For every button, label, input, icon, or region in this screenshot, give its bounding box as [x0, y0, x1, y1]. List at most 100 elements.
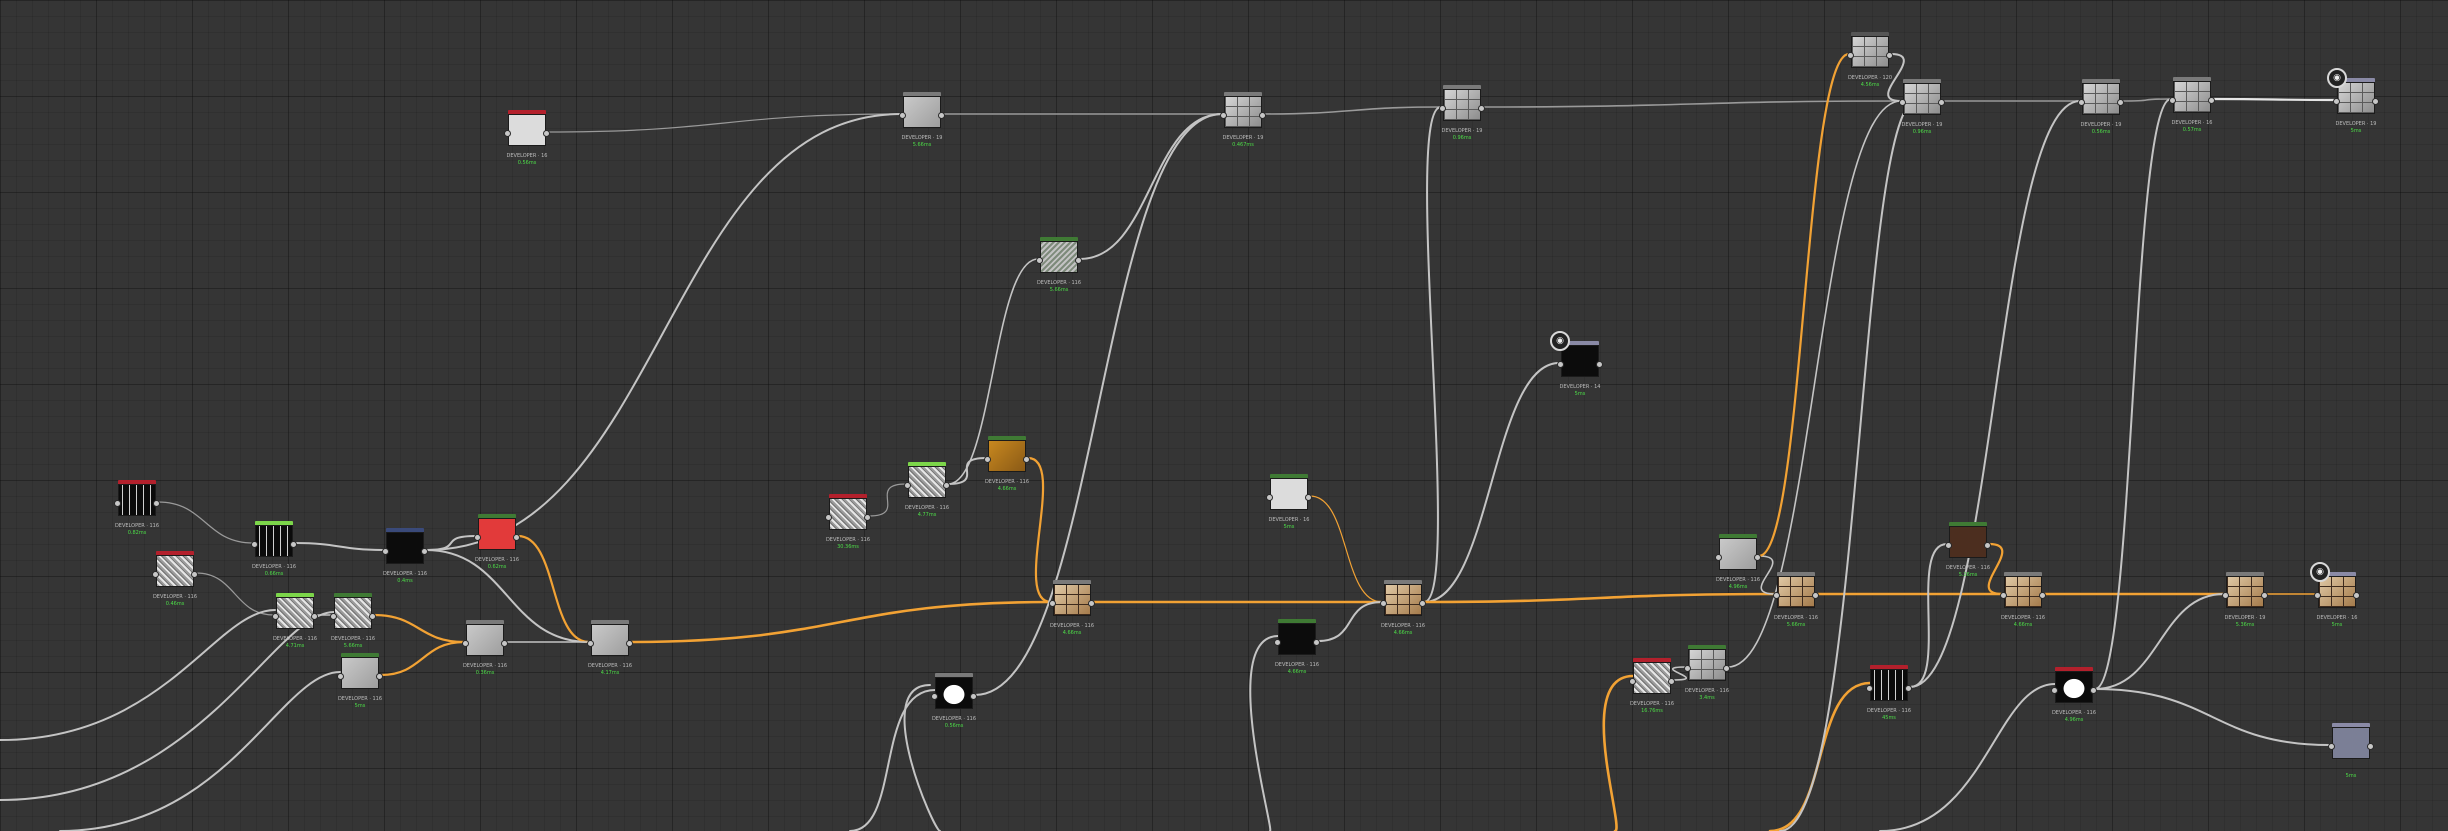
output-port[interactable] — [1723, 665, 1730, 672]
input-port[interactable] — [474, 534, 481, 541]
node-thumbnail[interactable] — [2337, 82, 2375, 114]
input-port[interactable] — [2169, 97, 2176, 104]
input-port[interactable] — [899, 112, 906, 119]
output-port[interactable] — [970, 693, 977, 700]
input-port[interactable] — [1380, 600, 1387, 607]
node-brick-3[interactable]: DEVELOPER · 116 5.66ms — [1773, 572, 1819, 628]
connection-wire[interactable] — [849, 689, 936, 831]
input-port[interactable] — [337, 673, 344, 680]
node-graph-canvas[interactable]: DEVELOPER · 16 0.56ms DEVELOPER · 19 5.66ms… — [0, 0, 2448, 831]
node-thumbnail[interactable] — [2055, 671, 2093, 703]
node-noise-olive[interactable]: DEVELOPER · 116 5.66ms — [330, 593, 376, 649]
node-noise-green[interactable]: DEVELOPER · 116 5.66ms — [1036, 237, 1082, 293]
node-light-green-1[interactable]: DEVELOPER · 16 5ms — [1266, 474, 1312, 530]
output-port[interactable] — [1313, 639, 1320, 646]
input-port[interactable] — [2314, 592, 2321, 599]
output-port[interactable] — [1668, 678, 1675, 685]
output-flag-icon[interactable]: ◉ — [2327, 68, 2347, 88]
node-thumbnail[interactable] — [1053, 584, 1091, 616]
node-thumbnail[interactable] — [386, 532, 424, 564]
input-port[interactable] — [931, 693, 938, 700]
node-stone-top-4[interactable]: DEVELOPER · 19 0.96ms — [1899, 79, 1945, 135]
node-dark-green[interactable]: DEVELOPER · 116 4.66ms — [1274, 619, 1320, 675]
connection-wire[interactable] — [1602, 674, 1635, 831]
input-port[interactable] — [462, 640, 469, 647]
node-thumbnail[interactable] — [276, 597, 314, 629]
output-port[interactable] — [311, 613, 318, 620]
input-port[interactable] — [382, 548, 389, 555]
node-stone-green[interactable]: DEVELOPER · 116 3.4ms — [1684, 645, 1730, 701]
node-source-red-1[interactable]: DEVELOPER · 16 0.56ms — [504, 110, 550, 166]
node-thumbnail[interactable] — [1270, 478, 1308, 510]
connection-wire[interactable] — [516, 534, 591, 644]
input-port[interactable] — [1439, 105, 1446, 112]
node-stone-top-6[interactable]: DEVELOPER · 16 0.57ms — [2169, 77, 2215, 133]
node-thumbnail[interactable] — [908, 466, 946, 498]
input-port[interactable] — [330, 613, 337, 620]
connection-wire[interactable] — [294, 542, 385, 551]
node-red-color[interactable]: DEVELOPER · 116 0.62ms — [474, 514, 520, 570]
node-noise-red-2[interactable]: DEVELOPER · 116 30.36ms — [825, 494, 871, 550]
output-port[interactable] — [543, 130, 550, 137]
connection-wire[interactable] — [1757, 52, 1851, 558]
connection-wire[interactable] — [974, 113, 1223, 696]
node-pattern-lime[interactable]: DEVELOPER · 116 0.66ms — [251, 521, 297, 577]
node-thumbnail[interactable] — [334, 597, 372, 629]
output-port[interactable] — [1259, 112, 1266, 119]
node-stone-top-1[interactable]: DEVELOPER · 19 0.467ms — [1220, 92, 1266, 148]
node-brick-1[interactable]: DEVELOPER · 116 4.66ms — [1049, 580, 1095, 636]
node-thumbnail[interactable] — [478, 518, 516, 550]
output-port[interactable] — [1812, 592, 1819, 599]
connection-wire[interactable] — [1309, 495, 1383, 603]
node-stone-top-2[interactable]: DEVELOPER · 19 0.96ms — [1439, 85, 1485, 141]
output-port[interactable] — [1419, 600, 1426, 607]
node-thumbnail[interactable] — [829, 498, 867, 530]
output-port[interactable] — [191, 571, 198, 578]
output-port[interactable] — [1596, 361, 1603, 368]
output-port[interactable] — [2367, 743, 2374, 750]
node-thumbnail[interactable] — [255, 525, 293, 557]
node-thumbnail[interactable] — [1870, 669, 1908, 701]
connection-wire[interactable] — [1482, 100, 1902, 108]
input-port[interactable] — [1266, 494, 1273, 501]
output-flag-icon[interactable]: ◉ — [2310, 562, 2330, 582]
output-port[interactable] — [153, 500, 160, 507]
input-port[interactable] — [2328, 743, 2335, 750]
input-port[interactable] — [2078, 99, 2085, 106]
node-noise-lime-2[interactable]: DEVELOPER · 116 4.77ms — [904, 462, 950, 518]
output-port[interactable] — [2090, 687, 2097, 694]
node-thumbnail[interactable] — [1561, 345, 1599, 377]
node-blackwhite[interactable]: DEVELOPER · 116 0.56ms — [931, 673, 977, 729]
input-port[interactable] — [114, 500, 121, 507]
connection-wire[interactable] — [629, 600, 1053, 644]
output-port[interactable] — [1478, 105, 1485, 112]
input-port[interactable] — [152, 571, 159, 578]
node-thumbnail[interactable] — [1851, 36, 1889, 68]
node-thumbnail[interactable] — [903, 96, 941, 128]
node-blend-top-1[interactable]: DEVELOPER · 19 5.66ms — [899, 92, 945, 148]
node-thumbnail[interactable] — [2332, 727, 2370, 759]
node-brick-2[interactable]: DEVELOPER · 116 4.66ms — [1380, 580, 1426, 636]
node-output-purple[interactable]: 5ms — [2328, 723, 2374, 779]
node-brick-5[interactable]: DEVELOPER · 19 5.36ms — [2222, 572, 2268, 628]
input-port[interactable] — [1684, 665, 1691, 672]
node-pattern-black[interactable]: DEVELOPER · 116 0.82ms — [114, 480, 160, 536]
connection-wire[interactable] — [59, 671, 341, 831]
input-port[interactable] — [2051, 687, 2058, 694]
node-thumbnail[interactable] — [1040, 241, 1078, 273]
output-port[interactable] — [1075, 257, 1082, 264]
connection-wire[interactable] — [1909, 100, 2081, 688]
connection-wire[interactable] — [1423, 106, 1442, 603]
output-port[interactable] — [1938, 99, 1945, 106]
node-thumbnail[interactable] — [118, 484, 156, 516]
output-port[interactable] — [1754, 554, 1761, 561]
node-thumbnail[interactable] — [2173, 81, 2211, 113]
node-thumbnail[interactable] — [935, 677, 973, 709]
node-thumbnail[interactable] — [1384, 584, 1422, 616]
output-port[interactable] — [864, 514, 871, 521]
node-thumbnail[interactable] — [341, 657, 379, 689]
node-thumbnail[interactable] — [1719, 538, 1757, 570]
output-port[interactable] — [376, 673, 383, 680]
connection-wire[interactable] — [2121, 98, 2172, 102]
connection-wire[interactable] — [1263, 106, 1442, 115]
